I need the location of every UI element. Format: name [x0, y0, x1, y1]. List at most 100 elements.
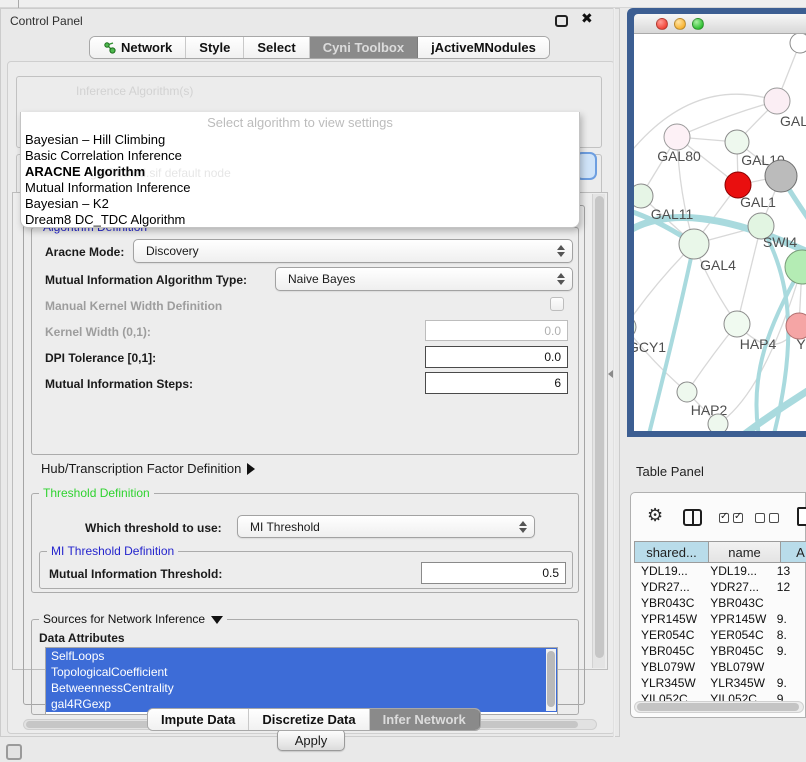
- table-row[interactable]: YBL079WYBL079W: [634, 659, 806, 675]
- node-gal[interactable]: [764, 88, 790, 114]
- sources-group-title[interactable]: Sources for Network Inference: [39, 612, 227, 626]
- aracne-mode-label: Aracne Mode:: [45, 245, 124, 259]
- table-row[interactable]: YBR045CYBR045C9.: [634, 643, 806, 659]
- table-row[interactable]: YER054CYER054C8.: [634, 627, 806, 643]
- column-header-a[interactable]: A: [781, 541, 806, 563]
- table-cell: 8.: [770, 627, 806, 643]
- dropdown-item[interactable]: Mutual Information Inference: [21, 180, 579, 196]
- bottom-tab-infer-network[interactable]: Infer Network: [370, 709, 480, 730]
- node-gcy1[interactable]: [634, 316, 636, 338]
- node-label-hap4: HAP4: [740, 336, 777, 352]
- network-nodes[interactable]: GALGAL80GAL10GAL1GAL11GAL4SWI4HAP4YGCY1H…: [634, 34, 806, 431]
- node-gal4[interactable]: [679, 229, 709, 259]
- dropdown-item[interactable]: Bayesian – Hill Climbing: [21, 132, 579, 148]
- tab-jactivemnodules[interactable]: jActiveMNodules: [418, 37, 549, 58]
- table-row[interactable]: YBR043CYBR043C: [634, 595, 806, 611]
- network-window-titlebar[interactable]: [634, 14, 806, 34]
- table-horizontal-scrollbar[interactable]: [634, 701, 804, 713]
- aracne-mode-combobox[interactable]: Discovery: [133, 239, 573, 263]
- bottom-tab-discretize-data[interactable]: Discretize Data: [249, 709, 369, 730]
- table-cell: YPR145W: [634, 611, 703, 627]
- column-header-shared[interactable]: shared...: [634, 541, 709, 563]
- mi-threshold-input[interactable]: 0.5: [421, 562, 566, 584]
- manual-kernel-checkbox[interactable]: [550, 297, 564, 311]
- node-hap2[interactable]: [677, 382, 697, 402]
- attribute-list-item[interactable]: BetweennessCentrality: [46, 680, 557, 696]
- float-window-icon[interactable]: [555, 15, 568, 27]
- tab-label: jActiveMNodules: [431, 40, 536, 55]
- tab-label: Discretize Data: [262, 712, 355, 727]
- bottom-tab-impute-data[interactable]: Impute Data: [148, 709, 249, 730]
- node-unlabeled[interactable]: [708, 414, 728, 431]
- dpi-tolerance-label: DPI Tolerance [0,1]:: [45, 351, 156, 365]
- deselect-all-columns-icon[interactable]: [755, 513, 779, 523]
- combo-spinner-icon: [557, 273, 565, 285]
- expander-collapsed-icon: [247, 463, 255, 475]
- cyni-toolbox-content: Select algorithm to view settings Bayesi…: [7, 61, 615, 734]
- tab-label: Infer Network: [383, 712, 466, 727]
- tab-cyni-toolbox[interactable]: Cyni Toolbox: [310, 37, 418, 58]
- tab-style[interactable]: Style: [186, 37, 244, 58]
- table-cell: YER054C: [634, 627, 703, 643]
- close-traffic-light-icon[interactable]: [656, 18, 668, 30]
- kernel-width-label: Kernel Width (0,1):: [45, 325, 151, 339]
- table-cell: 13: [770, 563, 806, 579]
- table-row[interactable]: YDL19...YDL19...13: [634, 563, 806, 579]
- panel-splitter[interactable]: [613, 8, 615, 737]
- mini-panel-grip-icon[interactable]: [6, 744, 22, 760]
- top-strip: [0, 0, 806, 8]
- kernel-width-input[interactable]: 0.0: [425, 320, 568, 341]
- splitter-collapse-arrow-icon[interactable]: [608, 370, 613, 378]
- combo-spinner-icon: [557, 245, 565, 257]
- mi-threshold-label: Mutual Information Threshold:: [49, 567, 222, 581]
- hub-definition-expander[interactable]: Hub/Transcription Factor Definition: [41, 461, 255, 476]
- select-all-columns-icon[interactable]: [719, 513, 743, 523]
- node-unlabeled[interactable]: [785, 250, 806, 284]
- dropdown-item[interactable]: Bayesian – K2: [21, 196, 579, 212]
- node-unlabeled[interactable]: [790, 34, 806, 53]
- network-canvas[interactable]: GALGAL80GAL10GAL1GAL11GAL4SWI4HAP4YGCY1H…: [634, 34, 806, 431]
- mi-type-label: Mutual Information Algorithm Type:: [45, 273, 247, 287]
- which-threshold-label: Which threshold to use:: [85, 521, 222, 535]
- node-gal11[interactable]: [634, 184, 653, 208]
- column-header-name[interactable]: name: [709, 541, 781, 563]
- tab-select[interactable]: Select: [244, 37, 309, 58]
- node-hap4[interactable]: [724, 311, 750, 337]
- node-gal10[interactable]: [725, 130, 749, 154]
- settings-scroll-viewport: Cyni Algorithm Settings Algorithm Defini…: [12, 192, 608, 670]
- data-attributes-list: SelfLoopsTopologicalCoefficientBetweenne…: [45, 647, 558, 715]
- table-cell: YLR345W: [634, 675, 703, 691]
- node-unlabeled[interactable]: [765, 160, 797, 192]
- attribute-list-item[interactable]: SelfLoops: [46, 648, 557, 664]
- table-cell: YBL079W: [634, 659, 703, 675]
- which-threshold-combobox[interactable]: MI Threshold: [237, 515, 535, 538]
- mi-steps-input[interactable]: 6: [425, 372, 568, 394]
- document-icon[interactable]: [797, 507, 806, 526]
- settings-vertical-scrollbar[interactable]: [592, 194, 605, 668]
- table-row[interactable]: YLR345WYLR345W9.: [634, 675, 806, 691]
- expander-expanded-icon: [211, 616, 223, 624]
- table-row[interactable]: YPR145WYPR145W9.: [634, 611, 806, 627]
- table-cell: YDR27...: [703, 579, 770, 595]
- control-panel-tabbar: NetworkStyleSelectCyni Toolbox jActiveMNo…: [89, 36, 550, 59]
- table-cell: YPR145W: [703, 611, 770, 627]
- sources-title-text: Sources for Network Inference: [43, 612, 205, 626]
- control-panel-window: Control Panel ✖ NetworkStyleSelectCyni T…: [0, 8, 620, 737]
- table-row[interactable]: YDR27...YDR27...12: [634, 579, 806, 595]
- mi-type-combobox[interactable]: Naive Bayes: [275, 267, 573, 291]
- combo-spinner-icon: [519, 521, 527, 533]
- attributes-list-scrollbar[interactable]: [546, 649, 556, 711]
- close-icon[interactable]: ✖: [581, 11, 593, 27]
- split-columns-icon[interactable]: [683, 509, 702, 526]
- dropdown-item[interactable]: Basic Correlation Inference: [21, 148, 579, 164]
- dpi-tolerance-input[interactable]: 0.0: [425, 346, 568, 368]
- zoom-traffic-light-icon[interactable]: [692, 18, 704, 30]
- attribute-list-item[interactable]: TopologicalCoefficient: [46, 664, 557, 680]
- threshold-definition-title: Threshold Definition: [39, 486, 154, 500]
- node-gal80[interactable]: [664, 124, 690, 150]
- apply-button[interactable]: Apply: [277, 729, 345, 751]
- gear-icon[interactable]: ⚙: [647, 507, 663, 525]
- tab-network[interactable]: Network: [90, 37, 186, 58]
- dropdown-item[interactable]: Dream8 DC_TDC Algorithm: [21, 212, 579, 228]
- minimize-traffic-light-icon[interactable]: [674, 18, 686, 30]
